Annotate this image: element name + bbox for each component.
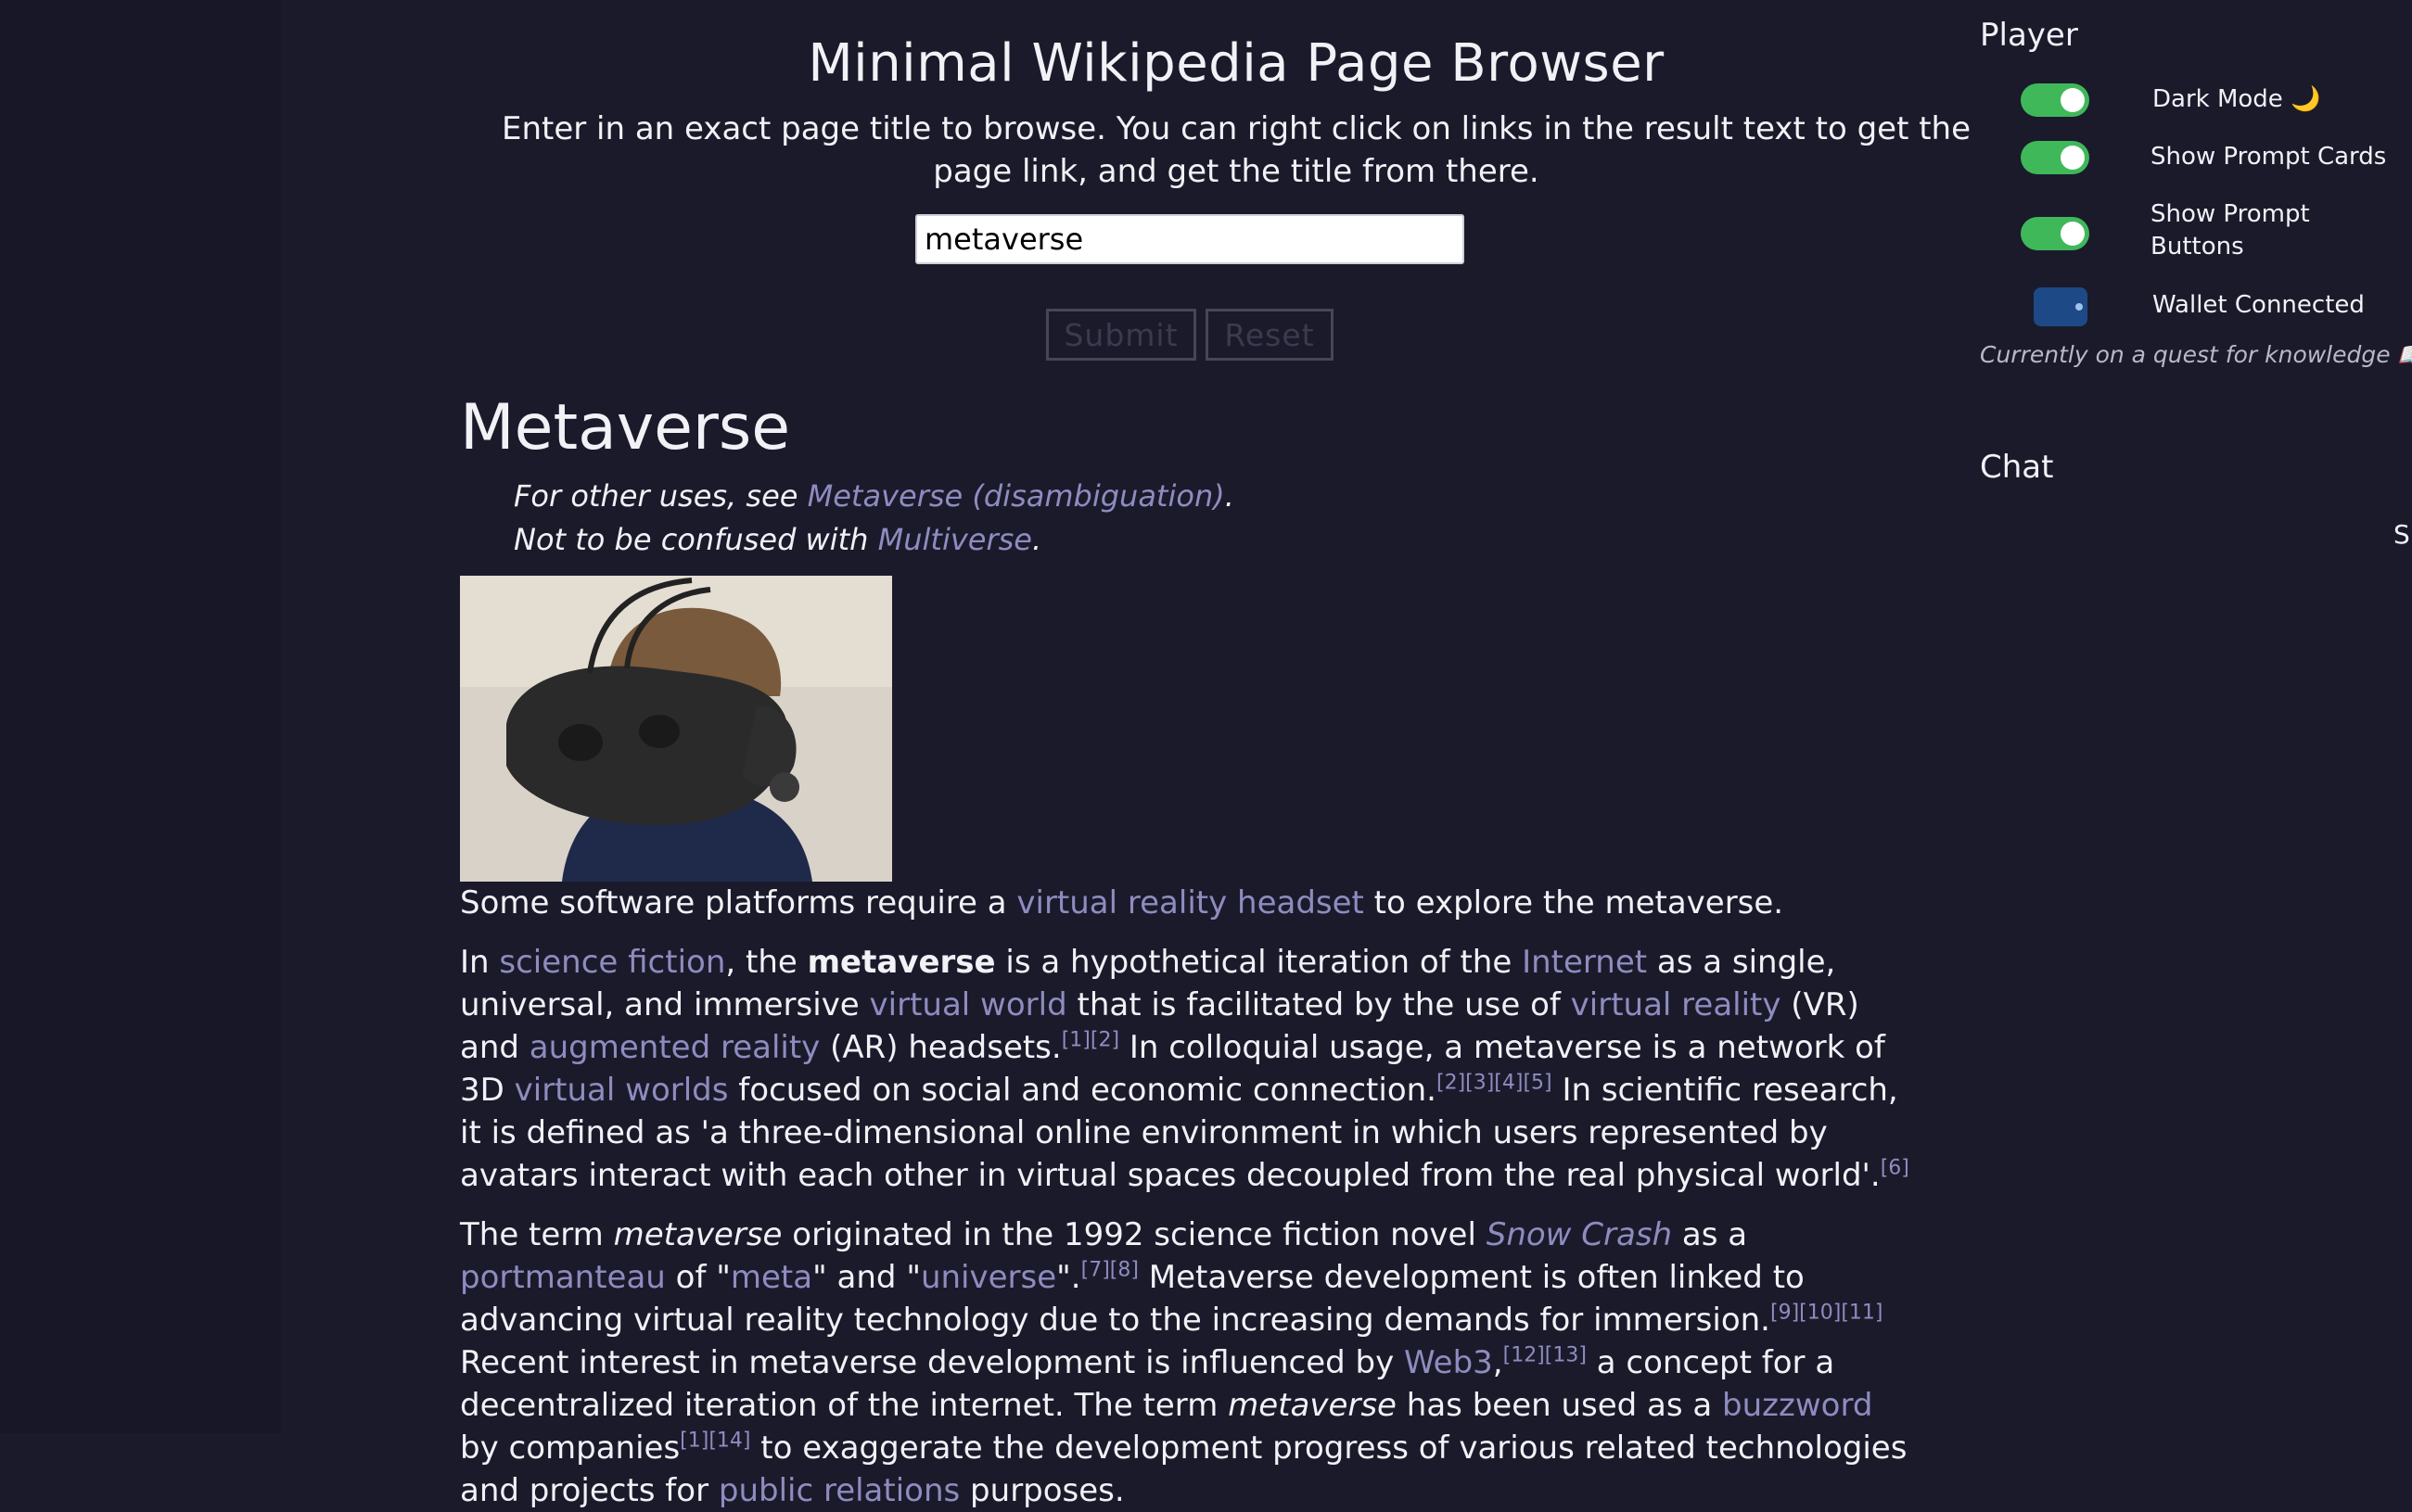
text-run: Some software platforms require a [460, 884, 1017, 921]
reset-button[interactable]: Reset [1206, 309, 1334, 361]
dark-mode-label: Dark Mode 🌙 [2152, 85, 2321, 113]
vr-headset-image [460, 576, 892, 882]
right-sidebar: Player Dark Mode 🌙 Show Prompt Cards Sho… [1932, 0, 2412, 1433]
chat-partial-text: S [2393, 519, 2410, 550]
player-heading: Player [1980, 17, 2078, 54]
citation-ref[interactable]: [7][8] [1081, 1259, 1139, 1282]
text-run: " and " [812, 1259, 921, 1296]
toggle-knob [2061, 222, 2085, 246]
status-text: Currently on a quest for knowledge 📖 [1980, 341, 2412, 368]
main-panel: Minimal Wikipedia Page Browser Enter in … [281, 0, 1971, 1509]
wiki-link[interactable]: meta [731, 1259, 812, 1296]
text-run: (AR) headsets. [820, 1029, 1062, 1066]
hatnote-text: For other uses, see [514, 478, 808, 514]
wiki-link[interactable]: Web3 [1404, 1344, 1493, 1381]
wiki-link[interactable]: portmanteau [460, 1259, 666, 1296]
citation-ref[interactable]: [9][10][11] [1770, 1302, 1882, 1325]
hatnote-text: Not to be confused with [514, 522, 878, 557]
wiki-link[interactable]: augmented reality [530, 1029, 821, 1066]
citation-ref[interactable]: [1][2] [1062, 1029, 1119, 1052]
wiki-link[interactable]: virtual reality headset [1016, 884, 1364, 921]
instructions-text: Enter in an exact page title to browse. … [501, 110, 1972, 190]
wiki-link[interactable]: Snow Crash [1487, 1216, 1672, 1253]
text-run: as a [1672, 1216, 1748, 1253]
wiki-link[interactable]: virtual world [870, 986, 1067, 1023]
multiverse-link[interactable]: Multiverse [878, 522, 1032, 557]
wiki-link[interactable]: Internet [1522, 944, 1647, 981]
wallet-clasp [2075, 303, 2083, 311]
text-run: ". [1056, 1259, 1081, 1296]
text-run: , [1492, 1344, 1503, 1381]
wiki-link[interactable]: public relations [719, 1472, 960, 1509]
show-prompt-buttons-label: Show Prompt Buttons [2150, 200, 2310, 260]
text-run: metaverse [613, 1216, 783, 1253]
citation-ref[interactable]: [6] [1881, 1157, 1909, 1180]
disambiguation-link[interactable]: Metaverse (disambiguation) [808, 478, 1225, 514]
wallet-label: Wallet Connected [2152, 291, 2365, 319]
hatnote: For other uses, see Metaverse (disambigu… [514, 475, 1921, 562]
article-paragraph: In science fiction, the metaverse is a h… [460, 941, 1921, 1197]
bold-term: metaverse [807, 944, 996, 981]
wiki-link[interactable]: universe [921, 1259, 1056, 1296]
text-run: Recent interest in metaverse development… [460, 1344, 1405, 1381]
citation-ref[interactable]: [2][3][4][5] [1436, 1072, 1552, 1095]
text-run: focused on social and economic connectio… [728, 1072, 1436, 1109]
article-paragraph: The term metaverse originated in the 199… [460, 1213, 1921, 1512]
text-run: to explore the metaverse. [1363, 884, 1784, 921]
wiki-link[interactable]: virtual reality [1571, 986, 1781, 1023]
text-run: purposes. [960, 1472, 1125, 1509]
text-run: In [460, 944, 500, 981]
wiki-link[interactable]: virtual worlds [515, 1072, 729, 1109]
show-prompt-cards-toggle[interactable] [2021, 141, 2089, 174]
text-run: that is facilitated by the use of [1066, 986, 1571, 1023]
citation-ref[interactable]: [1][14] [680, 1429, 750, 1453]
wiki-link[interactable]: science fiction [499, 944, 725, 981]
hatnote-text: . [1224, 478, 1234, 514]
article: Metaverse For other uses, see Metaverse … [460, 391, 1921, 1512]
wiki-link[interactable]: buzzword [1722, 1387, 1872, 1424]
toggle-knob [2061, 146, 2085, 170]
text-run: is a hypothetical iteration of the [995, 944, 1523, 981]
page-title: Minimal Wikipedia Page Browser [808, 33, 1665, 94]
text-run: metaverse [1228, 1387, 1397, 1424]
article-title: Metaverse [460, 391, 791, 464]
hatnote-text: . [1031, 522, 1042, 557]
citation-ref[interactable]: [12][13] [1503, 1344, 1587, 1367]
text-run: has been used as a [1396, 1387, 1723, 1424]
show-prompt-buttons-toggle[interactable] [2021, 217, 2089, 250]
show-prompt-cards-label: Show Prompt Cards [2150, 143, 2387, 171]
text-run: originated in the 1992 science fiction n… [782, 1216, 1487, 1253]
text-run: by companies [460, 1429, 681, 1467]
chat-heading: Chat [1980, 449, 2054, 486]
text-run: of " [665, 1259, 731, 1296]
image-caption: Some software platforms require a virtua… [460, 882, 1921, 924]
wallet-icon[interactable] [2034, 287, 2087, 326]
submit-button[interactable]: Submit [1046, 309, 1196, 361]
text-run: The term [460, 1216, 614, 1253]
toggle-knob [2061, 88, 2085, 112]
text-run: , the [725, 944, 808, 981]
dark-mode-toggle[interactable] [2021, 83, 2089, 117]
left-gutter [0, 0, 281, 1433]
search-input[interactable] [915, 214, 1464, 264]
